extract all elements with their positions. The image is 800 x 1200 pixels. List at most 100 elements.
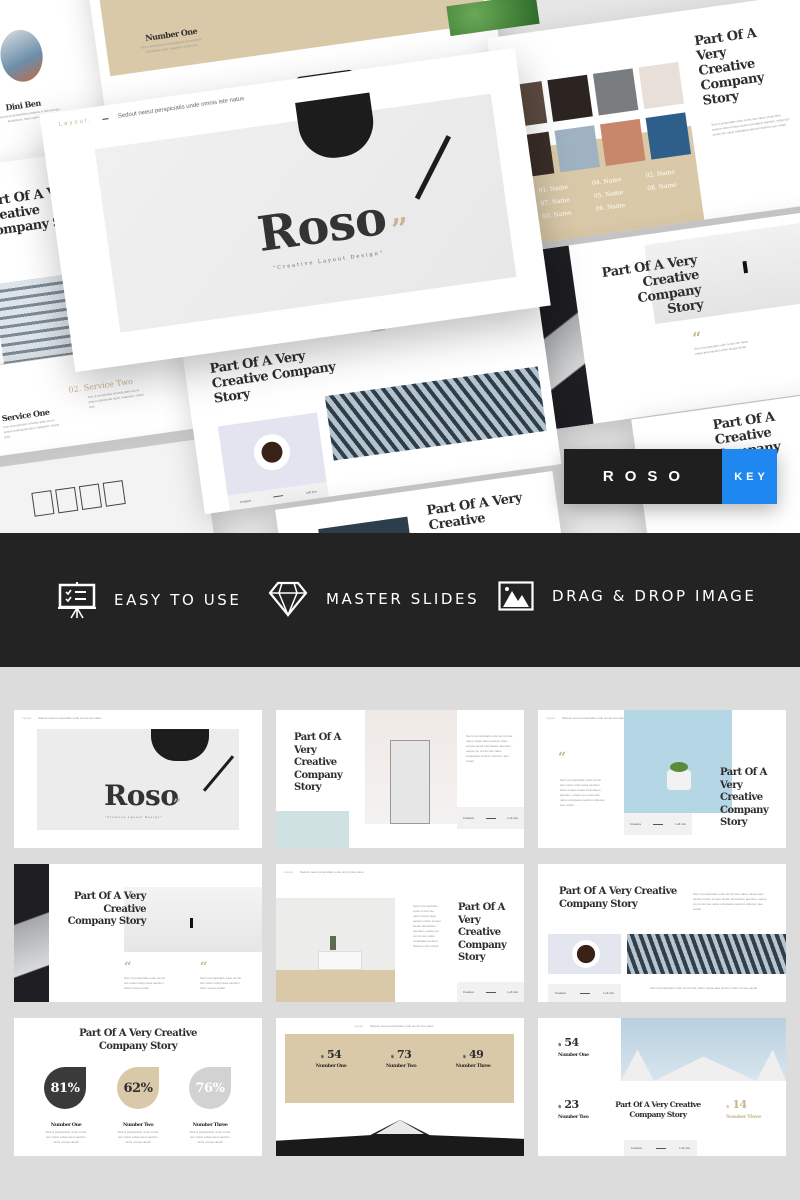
preview-card-pricing-tent[interactable]: $ 54 Number One $ 23 Number Two $ 14 Num… [538,1018,786,1156]
tower-image [365,710,457,824]
team-body: Sed ut perspiciatis unde omnis iste natu… [710,113,790,137]
walker-quote-text: Sed ut perspiciatis unde omnis iste natu… [693,339,749,356]
preview-card-walker[interactable]: Part Of A Very Creative Company Story “ … [14,864,262,1002]
interior-image [276,898,395,970]
stat-drop-3: 76% [189,1067,231,1109]
pencil-image [202,755,235,792]
frame-icon [31,490,55,517]
pot [667,770,691,790]
profile-photo [0,27,47,85]
team-name: 08. Name [646,181,678,193]
stat-label: Number One [50,1122,82,1128]
coffee-image [548,934,621,974]
preview-card-interior[interactable]: Layout. Sedout neeut perspiciatis unde om… [276,864,524,1002]
card-header: Layout. Sedout neeut perspiciatis unde om… [22,716,102,720]
quote-icon: “ [200,960,208,975]
quote-text: Sed ut perspiciatis unde omnis iste natu… [124,976,165,990]
clouds-image [627,934,786,974]
stat-desc: Sed ut perspiciatis unde omnis iste natu… [189,1130,231,1144]
service-two-num: 02. [67,384,82,395]
team-photo [592,68,639,116]
team-photo [645,111,691,160]
preview-card-coffee[interactable]: Part Of A Very Creative Company Story Se… [538,864,786,1002]
header-dash [102,117,109,120]
plant-image [624,710,732,813]
card-header: Layout. Sedout neeut perspiciatis unde om… [284,870,364,874]
frame-icon [78,483,103,511]
main-quote-icon: ” [389,211,412,249]
team-title: Part Of A Very Creative Company Story [693,25,765,109]
stat-drop-1: 81% [44,1067,86,1109]
price-item: $ 23 Number Two [558,1098,589,1120]
walker-figure [190,918,193,928]
beige-floor [276,970,395,1002]
info-author: Loft Jon [305,488,317,495]
frames-icons [31,480,126,517]
image-icon [498,581,534,611]
card-body: Sed ut perspiciatis unde omnis iste natu… [560,778,606,807]
tent-shape [621,1049,786,1081]
preview-card-title[interactable]: Layout. Sedout neeut perspiciatis unde om… [14,710,262,848]
card-title: Roso [104,779,179,812]
mountain-snow [376,1120,424,1134]
clouds-image-small [318,516,416,533]
preview-card-stats[interactable]: Part Of A Very Creative Company Story 81… [14,1018,262,1156]
card-title: Part Of A Very Creative Company Story [559,886,677,910]
info-bar: Creative Loft Jon [457,982,524,1002]
card-header: Layout. Sedout neeut perspiciatis unde om… [546,716,626,720]
card-body: Sed ut perspiciatis unde omnis iste natu… [693,892,767,911]
stat-label: Number Two [122,1122,154,1128]
price-col: $ 49 Number Three [455,1048,491,1069]
team-photo [554,124,600,172]
coffee-cup [572,940,600,968]
info-dash [273,495,284,498]
feature-master-slides: MASTER SLIDES [268,581,479,617]
preview-card-tower[interactable]: Part Of A Very Creative Company Story Se… [276,710,524,848]
card-title: Part Of A Very Creative Company Story [458,902,507,963]
card-body-2: Sed ut perspiciatis unde omnis iste natu… [650,986,758,990]
dark-geo-image [14,864,49,1002]
preview-card-pricing[interactable]: Layout. Sedout neeut perspiciatis unde om… [276,1018,524,1156]
price-item: $ 14 Number Three [726,1098,761,1120]
frames-slide [0,438,218,533]
mug-image [295,92,378,163]
info-bar: Creative Loft Jon [624,813,692,835]
succulent [670,762,688,772]
stat-label: Number Three [192,1122,228,1128]
sky-image [621,1018,786,1081]
badge-name: ROSO [564,449,722,504]
desk-image: Roso ” "Creative Layout Design" [94,92,517,333]
team-photo [547,74,593,122]
card-title: Part Of A Very Creative Company Story [615,1100,701,1119]
coffee-cup [251,431,293,473]
card-header: Layout. Sedout neeut perspiciatis unde om… [354,1024,434,1028]
layout-label: Layout. [58,117,93,129]
plant [330,936,336,950]
feature-label: MASTER SLIDES [326,590,480,608]
card-body: Sed ut perspiciatis unde omnis iste natu… [466,734,513,763]
mug-image [151,729,209,761]
price-item: $ 54 Number One [558,1036,589,1058]
card-subtitle: "Creative Layout Design" [105,815,163,819]
info-bar: Creative Loft Jon [457,807,524,829]
hero-collage: Dini Ben Sedneveciotsipstatescumlantis i… [0,0,800,533]
badge-format: KEY [722,449,777,504]
walker-slide: Part Of A Very Creative Company Story “ … [523,209,800,431]
card-body: Sed ut perspiciatis unde omnis iste natu… [413,904,442,948]
team-photo [638,61,684,110]
feature-drag-drop: DRAG & DROP IMAGE [498,581,756,611]
frame-icon [55,486,79,514]
info-bar: Creative Loft Jon [548,984,621,1002]
team-name: 05. Name [593,188,624,200]
info-bar: Creative Loft Jon [624,1140,697,1156]
desk-image: Roso ” "Creative Layout Design" [37,729,239,830]
preview-card-plant[interactable]: Layout. Sedout neeut perspiciatis unde om… [538,710,786,848]
feature-label: EASY TO USE [114,591,242,609]
slide-preview-grid: Layout. Sedout neeut perspiciatis unde om… [0,667,800,1200]
quote-icon: “ [558,750,567,766]
card-title: Part Of A Very Creative Company Story [67,891,147,927]
stat-drop-2: 62% [117,1067,159,1109]
pencil-image [414,135,452,200]
feature-label: DRAG & DROP IMAGE [552,587,757,605]
stat-desc: Sed ut perspiciatis unde omnis iste natu… [117,1130,159,1144]
